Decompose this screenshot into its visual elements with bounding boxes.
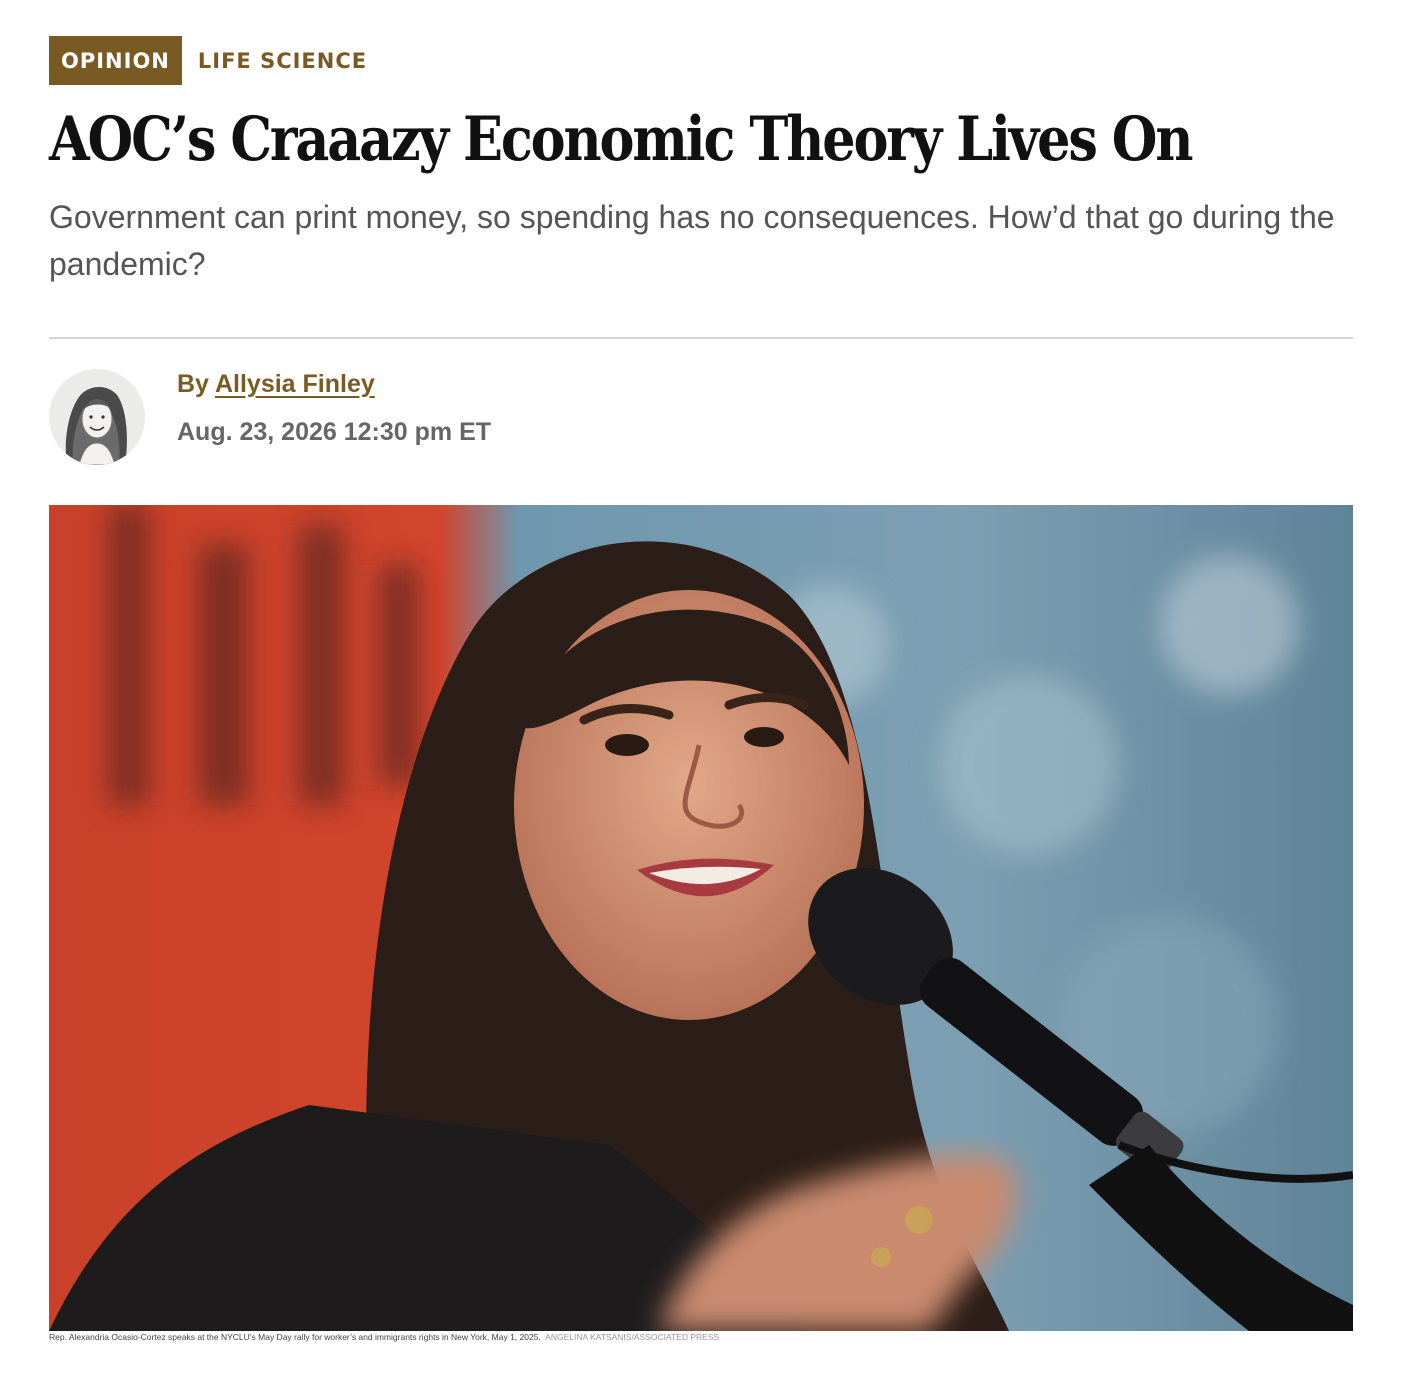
opinion-badge[interactable]: OPINION xyxy=(49,36,182,85)
author-link[interactable]: Allysia Finley xyxy=(215,370,375,398)
section-link[interactable]: LIFE SCIENCE xyxy=(198,49,367,73)
byline-prefix: By xyxy=(177,370,209,398)
divider xyxy=(49,337,1353,339)
byline: By Allysia Finley xyxy=(177,370,375,399)
hero-image[interactable] xyxy=(49,505,1353,1331)
article-headline: AOC’s Craaazy Economic Theory Lives On xyxy=(49,104,1194,175)
caption-text: Rep. Alexandria Ocasio-Cortez speaks at … xyxy=(49,1332,541,1342)
author-avatar[interactable] xyxy=(49,369,145,465)
author-portrait-illustration xyxy=(49,369,145,465)
article-dek: Government can print money, so spending … xyxy=(49,199,1335,282)
image-credit: Angelina Katsanis/Associated Press xyxy=(545,1332,720,1342)
hero-photo-illustration xyxy=(49,505,1353,1331)
image-caption: Rep. Alexandria Ocasio-Cortez speaks at … xyxy=(49,1332,719,1342)
publish-timestamp: Aug. 23, 2026 12:30 pm ET xyxy=(177,418,492,446)
article-labels: OPINION LIFE SCIENCE xyxy=(49,36,367,85)
